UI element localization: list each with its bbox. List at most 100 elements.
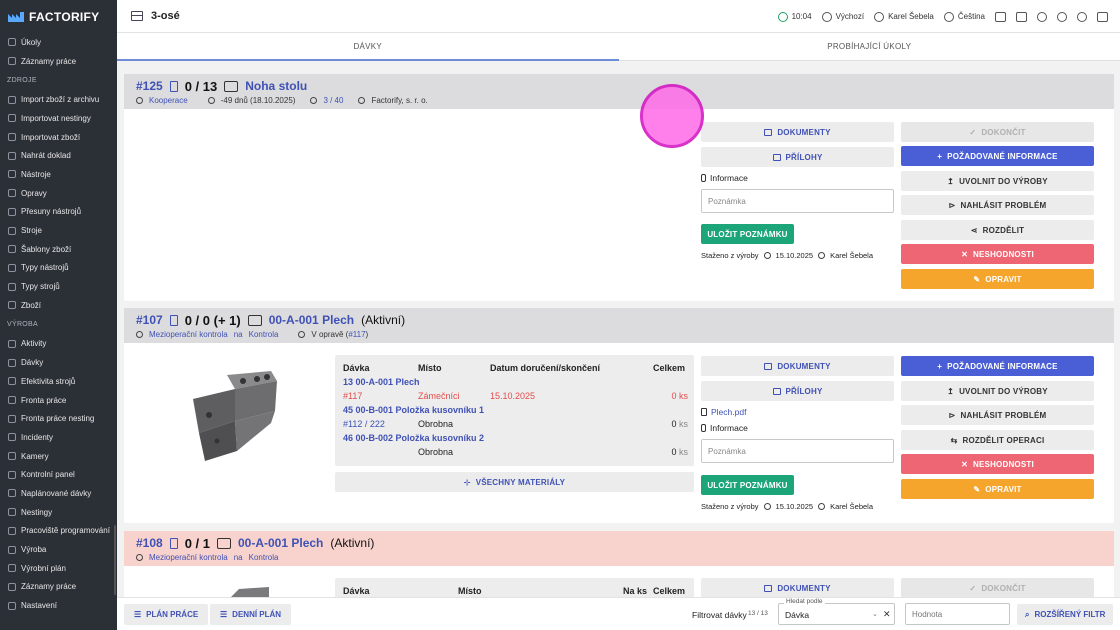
sidebar-item-zbozi[interactable]: Zboží (0, 296, 117, 315)
batch-card-header: #125 0 / 13 Noha stolu Kooperace -49 dnů… (124, 74, 1114, 109)
note-input[interactable] (701, 189, 894, 213)
storage-icon[interactable] (995, 11, 1006, 22)
required-info-button[interactable]: + POŽADOVANÉ INFORMACE (901, 146, 1094, 166)
sidebar-item-vyroba[interactable]: Výroba (0, 540, 117, 559)
nonconformity-button[interactable]: ✕ NESHODNOSTI (901, 454, 1094, 474)
sidebar-item-incidenty[interactable]: Incidenty (0, 428, 117, 447)
currency-icon (821, 11, 832, 22)
attachments-button[interactable]: PŘÍLOHY (701, 147, 894, 167)
report-problem-button[interactable]: ⊳ NAHLÁSIT PROBLÉM (901, 405, 1094, 425)
clock-status[interactable]: 10:04 (777, 11, 812, 22)
search-by-value: Dávka (785, 610, 810, 620)
box-icon (217, 537, 231, 549)
required-info-button[interactable]: + POŽADOVANÉ INFORMACE (901, 356, 1094, 376)
report-problem-button[interactable]: ⊳ NAHLÁSIT PROBLÉM (901, 195, 1094, 215)
tab-davky[interactable]: DÁVKY (117, 33, 619, 61)
user-menu[interactable]: Karel Šebela (874, 11, 934, 22)
file-link[interactable]: Plech.pdf (701, 407, 746, 417)
sidebar-item-sablony-zbozi[interactable]: Šablony zboží (0, 240, 117, 259)
release-button[interactable]: ↥ UVOLNIT DO VÝROBY (901, 171, 1094, 191)
plan-work-button[interactable]: ☰ PLÁN PRÁCE (124, 604, 209, 625)
sidebar-item-vyrobni-plan[interactable]: Výrobní plán (0, 559, 117, 578)
help-icon[interactable] (1057, 11, 1067, 22)
operation-type[interactable]: Kooperace (149, 96, 188, 105)
sidebar-item-typy-stroju[interactable]: Typy strojů (0, 277, 117, 296)
operation-target[interactable]: Kontrola (249, 330, 279, 339)
repair-button[interactable]: ✎ OPRAVIT (901, 269, 1094, 289)
tab-probihajici-ukoly[interactable]: PROBÍHAJÍCÍ ÚKOLY (619, 33, 1120, 60)
value-input[interactable]: Hodnota (905, 603, 1010, 625)
documents-button[interactable]: DOKUMENTY (701, 122, 894, 142)
sidebar-item-fronta-prace-nesting[interactable]: Fronta práce nesting (0, 409, 117, 428)
sidebar-item-zaznamy-prace[interactable]: Záznamy práce (0, 578, 117, 597)
extended-filter-button[interactable]: ⌕ ROZŠÍŘENÝ FILTR (1017, 604, 1114, 625)
gift-icon[interactable] (1016, 11, 1027, 22)
sidebar-item-label: Nahrát doklad (21, 151, 71, 161)
sidebar-item-naplanovane-davky[interactable]: Naplánované dávky (0, 484, 117, 503)
documents-button[interactable]: DOKUMENTY (701, 356, 894, 376)
material-title[interactable]: 13 00-A-001 Plech (343, 375, 420, 389)
brand[interactable]: FACTORIFY (0, 0, 117, 33)
bell-icon[interactable] (1037, 11, 1047, 22)
cart-count[interactable]: 3 / 40 (323, 96, 343, 105)
save-note-button[interactable]: ULOŽIT POZNÁMKU (701, 475, 794, 495)
search-icon[interactable] (1077, 11, 1087, 22)
operation-target[interactable]: Kontrola (249, 553, 279, 562)
attachments-button[interactable]: PŘÍLOHY (701, 381, 894, 401)
sidebar-item-importovat-zbozi[interactable]: Importovat zboží (0, 128, 117, 147)
search-by-select[interactable]: Hledat podle Dávka ⌄ ✕ (778, 598, 895, 625)
repair-button[interactable]: ✎ OPRAVIT (901, 479, 1094, 499)
sidebar-item-davky[interactable]: Dávky (0, 353, 117, 372)
save-note-button[interactable]: ULOŽIT POZNÁMKU (701, 224, 794, 244)
sidebar-item-nastroje[interactable]: Nástroje (0, 165, 117, 184)
finish-button[interactable]: ✓ DOKONČIT (901, 578, 1094, 597)
currency-selector[interactable]: Výchozí (821, 11, 864, 22)
note-input[interactable] (701, 439, 894, 463)
all-materials-button[interactable]: ⊹ VŠECHNY MATERIÁLY (335, 472, 694, 492)
sidebar-item-opravy[interactable]: Opravy (0, 184, 117, 203)
sidebar-item-pracoviste-programovani[interactable]: Pracoviště programování (0, 522, 117, 541)
sidebar-scrollbar[interactable] (114, 525, 116, 595)
sidebar-item-fronta-prace[interactable]: Fronta práce (0, 391, 117, 410)
documents-button[interactable]: DOKUMENTY (701, 578, 894, 597)
sidebar-item-typy-nastroju[interactable]: Typy nástrojů (0, 259, 117, 278)
material-title[interactable]: 46 00-B-002 Položka kusovníku 2 (343, 431, 484, 445)
batch-id[interactable]: #125 (136, 79, 163, 93)
split-button[interactable]: ⋖ ROZDĚLIT (901, 220, 1094, 240)
document-icon[interactable] (169, 314, 178, 326)
sidebar-item-zaznamy-prace[interactable]: Záznamy práce (0, 52, 117, 71)
sidebar-item-nahrat-doklad[interactable]: Nahrát doklad (0, 146, 117, 165)
batch-id[interactable]: #107 (136, 313, 163, 327)
operation-type[interactable]: Mezioperační kontrola (149, 330, 228, 339)
batch-id[interactable]: #108 (136, 536, 163, 550)
sidebar-item-aktivity[interactable]: Aktivity (0, 335, 117, 354)
operation-on: na (233, 329, 243, 339)
sidebar-item-stroje[interactable]: Stroje (0, 221, 117, 240)
sidebar-item-efektivita-stroju[interactable]: Efektivita strojů (0, 372, 117, 391)
sidebar-item-importovat-nestingy[interactable]: Importovat nestingy (0, 109, 117, 128)
document-icon[interactable] (169, 537, 178, 549)
operation-type[interactable]: Mezioperační kontrola (149, 553, 228, 562)
sidebar-item-nestingy[interactable]: Nestingy (0, 503, 117, 522)
item-name[interactable]: 00-A-001 Plech (238, 536, 323, 550)
release-button[interactable]: ↥ UVOLNIT DO VÝROBY (901, 381, 1094, 401)
clear-icon[interactable]: ✕ (883, 609, 891, 620)
nonconformity-button[interactable]: ✕ NESHODNOSTI (901, 244, 1094, 264)
clock-icon (207, 96, 215, 104)
item-name[interactable]: 00-A-001 Plech (269, 313, 354, 327)
language-selector[interactable]: Čeština (943, 11, 985, 22)
item-name[interactable]: Noha stolu (245, 79, 307, 93)
daily-plan-button[interactable]: ☰ DENNÍ PLÁN (210, 604, 292, 625)
document-icon[interactable] (169, 80, 178, 92)
sidebar-item-import-zbozi-z-archivu[interactable]: Import zboží z archivu (0, 90, 117, 109)
material-title[interactable]: 45 00-B-001 Položka kusovníku 1 (343, 403, 484, 417)
finish-button[interactable]: ✓ DOKONČIT (901, 122, 1094, 142)
chevron-down-icon[interactable]: ⌄ (872, 610, 878, 618)
sidebar-item-kontrolni-panel[interactable]: Kontrolní panel (0, 465, 117, 484)
logout-icon[interactable] (1097, 11, 1108, 22)
split-operation-button[interactable]: ⇆ ROZDĚLIT OPERACI (901, 430, 1094, 450)
sidebar-item-ukoly[interactable]: Úkoly (0, 33, 117, 52)
sidebar-item-nastaveni[interactable]: Nastavení (0, 596, 117, 615)
sidebar-item-presuny-nastroju[interactable]: Přesuny nástrojů (0, 203, 117, 222)
sidebar-item-kamery[interactable]: Kamery (0, 447, 117, 466)
